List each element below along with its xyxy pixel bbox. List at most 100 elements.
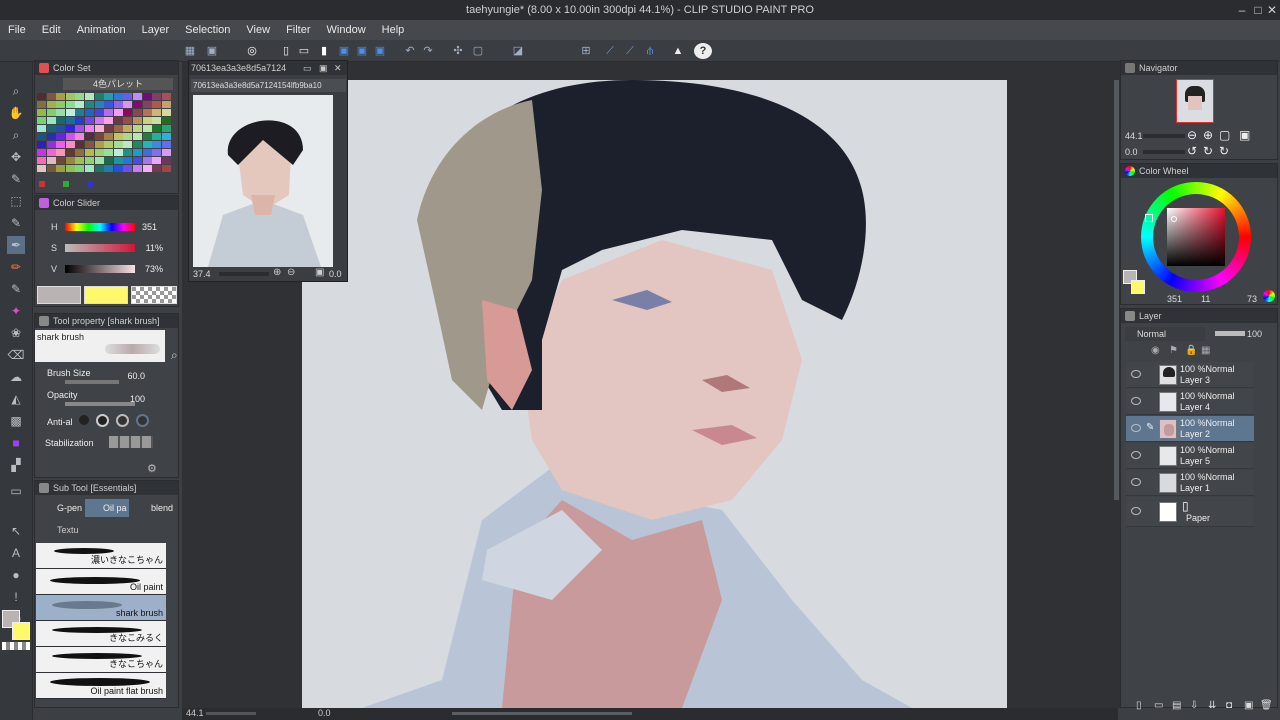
color-swatch[interactable] <box>104 149 114 156</box>
color-swatch[interactable] <box>152 149 162 156</box>
color-swatch[interactable] <box>133 165 142 172</box>
menu-selection[interactable]: Selection <box>177 20 238 40</box>
print-icon[interactable]: ▣ <box>372 43 388 59</box>
decoration-icon[interactable]: ❀ <box>7 324 25 342</box>
color-swatch[interactable] <box>46 101 56 108</box>
color-swatch[interactable] <box>65 133 75 140</box>
magnify-icon[interactable]: ⌕ <box>171 348 178 363</box>
color-swatch[interactable] <box>56 133 66 140</box>
navigator-zoom-slider[interactable] <box>1143 134 1185 138</box>
tab-g-pen[interactable]: G-pen <box>37 499 84 517</box>
tab-blend[interactable]: blend <box>131 499 177 517</box>
clear-layer-icon[interactable]: ▣ <box>1244 700 1253 711</box>
transparent-color-box[interactable] <box>131 286 177 304</box>
save-icon[interactable]: ▣ <box>336 43 352 59</box>
blank-page-icon[interactable]: ▮ <box>316 43 332 59</box>
brush-icon[interactable]: ✎ <box>7 280 25 298</box>
color-swatch[interactable] <box>161 109 171 116</box>
color-swatch[interactable] <box>46 149 56 156</box>
menu-help[interactable]: Help <box>374 20 413 40</box>
layer-clip-icon[interactable]: ◉ <box>1151 345 1160 356</box>
transform-icon[interactable]: ✣ <box>450 43 466 59</box>
transfer-down-icon[interactable]: ⇩ <box>1190 700 1198 711</box>
zoom-icon[interactable]: ⌕ <box>7 82 25 100</box>
palette-select[interactable]: 4色パレット <box>63 78 173 90</box>
sub-tool-item[interactable]: 濃いきなこちゃん <box>36 543 166 569</box>
color-swatch[interactable] <box>113 133 123 140</box>
layer-lock-icon[interactable]: 🔒 <box>1185 345 1197 356</box>
color-swatch[interactable] <box>46 125 56 132</box>
new-vector-layer-icon[interactable]: ▭ <box>1154 700 1163 711</box>
show-grid-icon[interactable]: ⊞ <box>578 43 594 59</box>
sub-tool-item[interactable]: きなこみるく <box>36 621 166 647</box>
color-swatch[interactable] <box>37 141 46 148</box>
color-swatch[interactable] <box>85 125 94 132</box>
color-swatch[interactable] <box>85 165 94 172</box>
delete-layer-icon[interactable]: 🗑 <box>1260 700 1273 711</box>
export-icon[interactable]: ▣ <box>354 43 370 59</box>
color-swatch[interactable] <box>94 157 104 164</box>
reference-image[interactable] <box>193 95 333 267</box>
color-swatch[interactable] <box>104 157 114 164</box>
navigator-zoom-in-icon[interactable]: ⊕ <box>1203 128 1213 142</box>
color-swatch[interactable] <box>123 101 133 108</box>
color-swatch[interactable] <box>37 165 46 172</box>
color-swatch[interactable] <box>56 149 66 156</box>
color-swatch[interactable] <box>85 109 94 116</box>
gradient-icon[interactable]: ▩ <box>7 412 25 430</box>
color-swatch[interactable] <box>56 117 66 124</box>
color-swatch[interactable] <box>56 141 66 148</box>
color-swatch[interactable] <box>152 93 162 100</box>
layer-row-paper[interactable]: ▯ Paper <box>1126 497 1254 527</box>
color-swatch[interactable] <box>123 141 133 148</box>
color-swatch[interactable] <box>85 101 94 108</box>
color-swatch[interactable] <box>152 125 162 132</box>
color-swatch[interactable] <box>161 93 171 100</box>
color-swatch[interactable] <box>123 117 133 124</box>
color-swatch[interactable] <box>152 101 162 108</box>
eyedropper-icon[interactable]: ✎ <box>7 170 25 188</box>
anti-alias-medium[interactable] <box>116 414 129 427</box>
color-swatch[interactable] <box>65 117 75 124</box>
layer-row-layer-5[interactable]: 100 %Normal Layer 5 <box>1126 443 1254 469</box>
blend-mode-select[interactable]: Normal <box>1125 327 1205 341</box>
clear-icon[interactable]: ▢ <box>470 43 486 59</box>
main-color-box[interactable] <box>37 286 81 304</box>
new-window-icon[interactable]: ▣ <box>204 43 220 59</box>
color-swatch[interactable] <box>75 149 85 156</box>
color-swatch[interactable] <box>37 101 46 108</box>
vertical-scrollbar-thumb[interactable] <box>1114 80 1119 500</box>
eye-icon[interactable] <box>1131 507 1141 515</box>
rotate-reset-icon[interactable]: ↻ <box>1219 144 1229 158</box>
layer-row-layer-1[interactable]: 100 %Normal Layer 1 <box>1126 470 1254 496</box>
color-swatch[interactable] <box>113 165 123 172</box>
color-swatch[interactable] <box>133 141 142 148</box>
color-swatch[interactable] <box>161 141 171 148</box>
minimize-icon[interactable]: – <box>1234 2 1250 18</box>
eye-icon[interactable] <box>1131 451 1141 459</box>
layer-reference-icon[interactable]: ⚑ <box>1169 345 1178 356</box>
snap-special-icon[interactable]: ⫛ <box>642 43 658 59</box>
eye-icon[interactable] <box>1131 370 1141 378</box>
color-swatch[interactable] <box>46 109 56 116</box>
rotate-left-icon[interactable]: ↺ <box>1187 144 1197 158</box>
tab-texture[interactable]: Textu <box>37 521 87 539</box>
color-swatch[interactable] <box>161 157 171 164</box>
color-swatch[interactable] <box>46 93 56 100</box>
color-swatch[interactable] <box>133 149 142 156</box>
color-swatch[interactable] <box>142 133 152 140</box>
color-swatch[interactable] <box>37 133 46 140</box>
color-swatch[interactable] <box>75 101 85 108</box>
text-icon[interactable]: A <box>7 544 25 562</box>
color-swatch[interactable] <box>75 133 85 140</box>
correction-icon[interactable]: ! <box>7 588 25 606</box>
color-swatch[interactable] <box>75 141 85 148</box>
snap-icon[interactable]: ⟋ <box>622 43 638 59</box>
color-swatch[interactable] <box>133 117 142 124</box>
undo-icon[interactable]: ↶ <box>402 43 418 59</box>
color-swatch[interactable] <box>142 165 152 172</box>
sub-tool-item[interactable]: きなこちゃん <box>36 647 166 673</box>
color-swatch[interactable] <box>104 133 114 140</box>
anti-alias-weak[interactable] <box>96 414 109 427</box>
color-swatch[interactable] <box>142 117 152 124</box>
